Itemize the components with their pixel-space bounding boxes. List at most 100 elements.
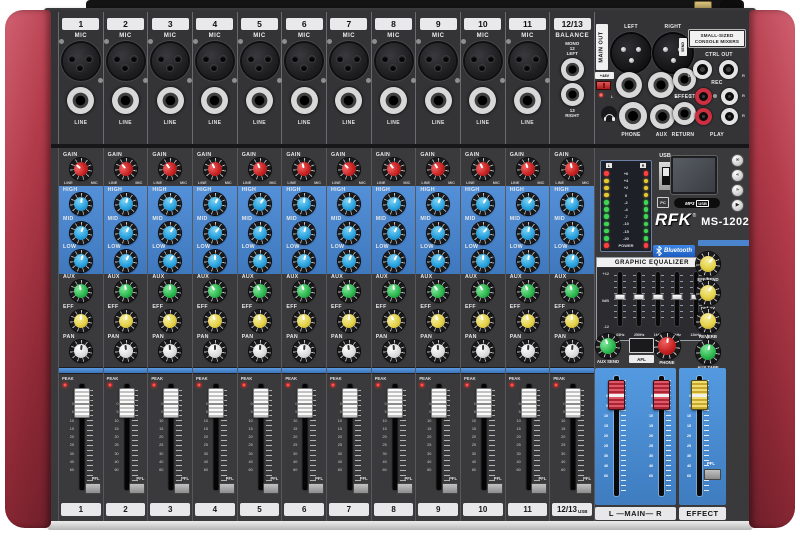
fader-handle[interactable]	[387, 388, 403, 418]
mid-knob[interactable]	[338, 222, 360, 244]
low-knob[interactable]	[159, 250, 181, 272]
mic-xlr-input[interactable]	[197, 43, 233, 79]
phantom-power-switch[interactable]	[596, 81, 611, 90]
play-r-rca[interactable]	[721, 108, 738, 125]
mid-knob[interactable]	[472, 222, 494, 244]
mid-knob[interactable]	[159, 222, 181, 244]
mic-xlr-input[interactable]	[242, 43, 278, 79]
high-knob[interactable]	[338, 193, 360, 215]
eff-knob[interactable]	[383, 310, 405, 332]
gain-knob[interactable]	[115, 158, 137, 180]
phone-jack[interactable]	[619, 102, 647, 130]
eff-knob[interactable]	[338, 310, 360, 332]
pan-knob[interactable]	[472, 340, 494, 362]
pfl-button[interactable]	[576, 483, 592, 494]
aux-knob[interactable]	[293, 280, 315, 302]
eff-knob[interactable]	[70, 310, 92, 332]
low-knob[interactable]	[204, 250, 226, 272]
pan-knob[interactable]	[293, 340, 315, 362]
fader-handle[interactable]	[253, 388, 269, 418]
high-knob[interactable]	[472, 193, 494, 215]
phone-level-knob[interactable]	[654, 333, 680, 359]
mic-xlr-input[interactable]	[510, 43, 546, 79]
gain-knob[interactable]	[204, 158, 226, 180]
gain-knob[interactable]	[472, 158, 494, 180]
pfl-button[interactable]	[174, 483, 190, 494]
mic-xlr-input[interactable]	[331, 43, 367, 79]
pan-knob[interactable]	[70, 340, 92, 362]
eff-knob[interactable]	[293, 310, 315, 332]
fader-handle[interactable]	[431, 388, 447, 418]
eff-send-knob[interactable]	[696, 252, 720, 276]
high-knob[interactable]	[249, 193, 271, 215]
fader-handle[interactable]	[74, 388, 90, 418]
pan-knob[interactable]	[517, 340, 539, 362]
high-knob[interactable]	[383, 193, 405, 215]
pfl-button[interactable]	[85, 483, 101, 494]
mid-knob[interactable]	[383, 222, 405, 244]
pfl-button[interactable]	[397, 483, 413, 494]
mic-xlr-input[interactable]	[420, 43, 456, 79]
gain-knob[interactable]	[517, 158, 539, 180]
gain-knob[interactable]	[293, 158, 315, 180]
gain-knob[interactable]	[427, 158, 449, 180]
fader-handle[interactable]	[565, 388, 581, 418]
fader-handle[interactable]	[476, 388, 492, 418]
pan-knob[interactable]	[338, 340, 360, 362]
delay-knob[interactable]	[696, 281, 720, 305]
gain-knob[interactable]	[561, 158, 583, 180]
aux-knob[interactable]	[561, 280, 583, 302]
line-input-jack[interactable]	[291, 87, 318, 114]
eff-knob[interactable]	[561, 310, 583, 332]
main-r-fader-handle[interactable]	[653, 380, 670, 410]
mic-xlr-input[interactable]	[63, 43, 99, 79]
main-out-left-xlr[interactable]	[612, 34, 650, 72]
mid-knob[interactable]	[70, 222, 92, 244]
high-knob[interactable]	[517, 193, 539, 215]
aux-knob[interactable]	[115, 280, 137, 302]
fader-handle[interactable]	[119, 388, 135, 418]
pan-knob[interactable]	[115, 340, 137, 362]
rec-r-rca[interactable]	[721, 88, 738, 105]
mic-xlr-input[interactable]	[376, 43, 412, 79]
pfl-button[interactable]	[531, 483, 547, 494]
mic-xlr-input[interactable]	[465, 43, 501, 79]
line-input-jack[interactable]	[112, 87, 139, 114]
line-input-jack[interactable]	[380, 87, 407, 114]
low-knob[interactable]	[517, 250, 539, 272]
pfl-button[interactable]	[442, 483, 458, 494]
aux-knob[interactable]	[70, 280, 92, 302]
eff-knob[interactable]	[427, 310, 449, 332]
aux-tape-knob[interactable]	[696, 340, 720, 364]
aux-knob[interactable]	[204, 280, 226, 302]
eff-knob[interactable]	[517, 310, 539, 332]
high-knob[interactable]	[204, 193, 226, 215]
pan-knob[interactable]	[159, 340, 181, 362]
line-input-jack[interactable]	[246, 87, 273, 114]
line-input-jack[interactable]	[157, 87, 184, 114]
aux-knob[interactable]	[159, 280, 181, 302]
mid-knob[interactable]	[249, 222, 271, 244]
afl-button[interactable]	[629, 338, 654, 353]
mic-xlr-input[interactable]	[286, 43, 322, 79]
effect-fader-handle[interactable]	[691, 380, 708, 410]
aux-send-knob[interactable]	[596, 334, 620, 358]
play-l-rca[interactable]	[695, 108, 712, 125]
pan-knob[interactable]	[383, 340, 405, 362]
high-knob[interactable]	[115, 193, 137, 215]
gain-knob[interactable]	[338, 158, 360, 180]
eff-knob[interactable]	[249, 310, 271, 332]
pfl-button[interactable]	[263, 483, 279, 494]
mid-knob[interactable]	[427, 222, 449, 244]
gain-knob[interactable]	[249, 158, 271, 180]
fader-handle[interactable]	[342, 388, 358, 418]
reverb-knob[interactable]	[696, 309, 720, 333]
balance-left-jack[interactable]	[561, 58, 584, 81]
low-knob[interactable]	[249, 250, 271, 272]
eff-knob[interactable]	[472, 310, 494, 332]
high-knob[interactable]	[159, 193, 181, 215]
ctrl-out-r-rca[interactable]	[719, 60, 738, 79]
high-knob[interactable]	[70, 193, 92, 215]
ctrl-out-l-rca[interactable]	[693, 60, 712, 79]
rec-l-rca[interactable]	[695, 88, 712, 105]
